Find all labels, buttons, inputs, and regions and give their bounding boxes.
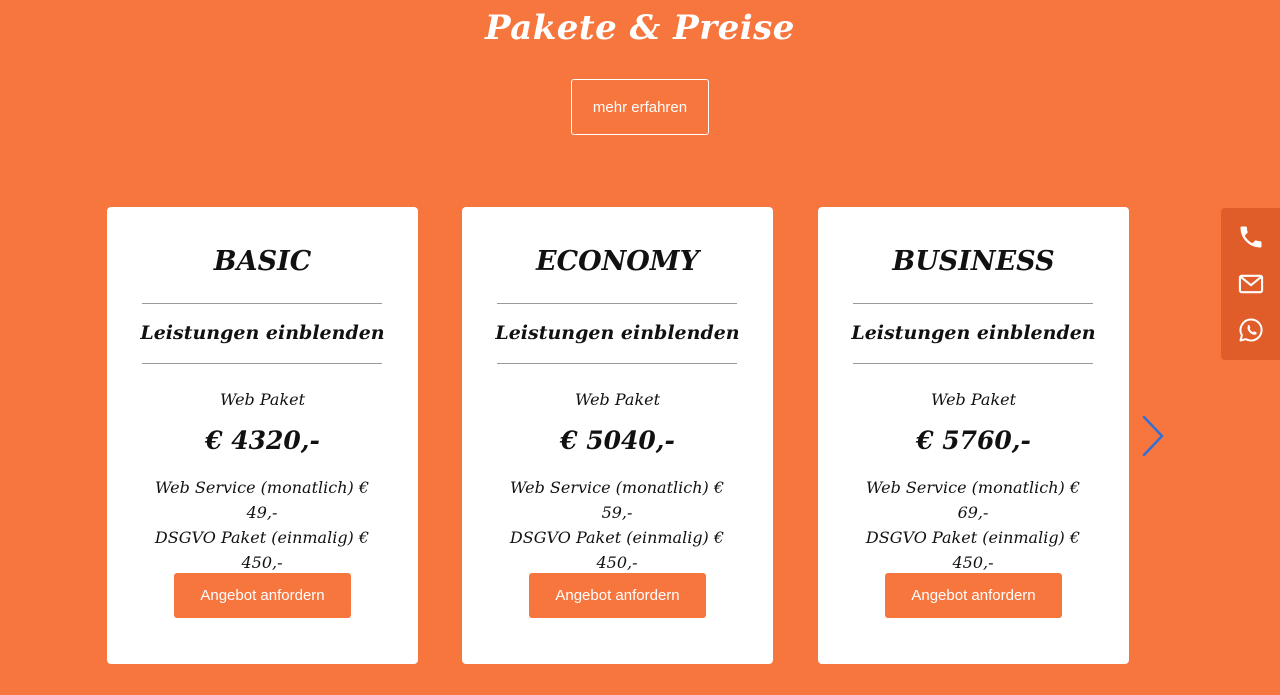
package-price: € 5760,- <box>916 426 1031 455</box>
request-offer-button[interactable]: Angebot anfordern <box>174 573 351 618</box>
request-offer-button[interactable]: Angebot anfordern <box>529 573 706 618</box>
package-price: € 4320,- <box>205 426 320 455</box>
divider <box>853 303 1093 304</box>
package-name: ECONOMY <box>536 246 699 277</box>
contact-bar <box>1221 208 1280 360</box>
package-name: BUSINESS <box>892 246 1055 277</box>
divider <box>142 363 382 364</box>
section-title: Pakete & Preise <box>485 8 795 48</box>
divider <box>853 363 1093 364</box>
package-name: BASIC <box>213 246 312 277</box>
package-label: Web Paket <box>219 390 306 409</box>
dsgvo-price: DSGVO Paket (einmalig) € 450,- <box>509 528 725 572</box>
services-toggle[interactable]: Leistungen einblenden <box>107 317 418 349</box>
divider <box>497 303 737 304</box>
package-extras: Web Service (monatlich) € 59,- DSGVO Pak… <box>497 475 737 575</box>
dsgvo-price: DSGVO Paket (einmalig) € 450,- <box>154 528 370 572</box>
divider <box>142 303 382 304</box>
mail-icon[interactable] <box>1237 270 1265 298</box>
web-service-price: Web Service (monatlich) € 59,- <box>509 478 724 522</box>
services-toggle[interactable]: Leistungen einblenden <box>818 317 1129 349</box>
package-price: € 5040,- <box>560 426 675 455</box>
package-extras: Web Service (monatlich) € 49,- DSGVO Pak… <box>142 475 382 575</box>
package-label: Web Paket <box>574 390 661 409</box>
phone-icon[interactable] <box>1237 223 1265 251</box>
package-card-basic: BASIC Leistungen einblenden Web Paket € … <box>107 207 418 664</box>
package-card-business: BUSINESS Leistungen einblenden Web Paket… <box>818 207 1129 664</box>
web-service-price: Web Service (monatlich) € 69,- <box>865 478 1080 522</box>
package-label: Web Paket <box>930 390 1017 409</box>
package-card-economy: ECONOMY Leistungen einblenden Web Paket … <box>462 207 773 664</box>
chevron-right-icon[interactable] <box>1141 414 1165 458</box>
divider <box>497 363 737 364</box>
web-service-price: Web Service (monatlich) € 49,- <box>154 478 369 522</box>
dsgvo-price: DSGVO Paket (einmalig) € 450,- <box>865 528 1081 572</box>
package-extras: Web Service (monatlich) € 69,- DSGVO Pak… <box>853 475 1093 575</box>
pricing-section: Pakete & Preise mehr erfahren BASIC Leis… <box>0 0 1280 695</box>
request-offer-button[interactable]: Angebot anfordern <box>885 573 1062 618</box>
more-info-button[interactable]: mehr erfahren <box>571 79 709 135</box>
whatsapp-icon[interactable] <box>1237 316 1265 344</box>
services-toggle[interactable]: Leistungen einblenden <box>462 317 773 349</box>
